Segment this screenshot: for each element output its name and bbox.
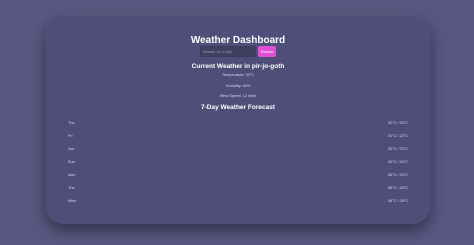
forecast-temp-range: 32°C / 23°C xyxy=(387,120,408,125)
forecast-row: Sun 34°C / 24°C xyxy=(68,155,408,168)
forecast-row: Thu 32°C / 23°C xyxy=(68,116,408,129)
forecast-day: Sat xyxy=(68,146,74,151)
forecast-day: Mon xyxy=(68,172,76,177)
forecast-temp-range: 31°C / 22°C xyxy=(387,133,408,138)
forecast-temp-range: 36°C / 28°C xyxy=(387,198,408,203)
forecast-row: Thu 36°C / 28°C xyxy=(68,181,408,194)
city-search-input[interactable] xyxy=(199,46,256,57)
forecast-list: Thu 32°C / 23°C Fri 31°C / 22°C Sat 33°C… xyxy=(68,116,408,207)
forecast-row: Wed 36°C / 28°C xyxy=(68,194,408,207)
current-weather-title: Current Weather in pir-jo-goth xyxy=(191,63,285,70)
forecast-temp-range: 36°C / 26°C xyxy=(387,172,408,177)
forecast-day: Sun xyxy=(68,159,75,164)
forecast-day: Fri xyxy=(68,133,73,138)
forecast-title: 7-Day Weather Forecast xyxy=(201,104,275,111)
forecast-day: Wed xyxy=(68,198,76,203)
temperature-text: Temperature: 32°C xyxy=(222,73,254,77)
forecast-day: Thu xyxy=(68,185,75,190)
forecast-temp-range: 36°C / 28°C xyxy=(387,185,408,190)
search-button[interactable]: Search xyxy=(257,46,277,57)
forecast-row: Sat 33°C / 23°C xyxy=(68,142,408,155)
forecast-row: Mon 36°C / 26°C xyxy=(68,168,408,181)
search-bar: Search xyxy=(46,46,430,57)
forecast-temp-range: 33°C / 23°C xyxy=(387,146,408,151)
wind-speed-text: Wind Speed: 12 km/h xyxy=(219,94,257,98)
forecast-row: Fri 31°C / 22°C xyxy=(68,129,408,142)
forecast-temp-range: 34°C / 24°C xyxy=(387,159,408,164)
humidity-text: Humidity: 40% xyxy=(225,84,251,88)
forecast-day: Thu xyxy=(68,120,75,125)
weather-card: Weather Dashboard Search Current Weather… xyxy=(46,16,430,224)
